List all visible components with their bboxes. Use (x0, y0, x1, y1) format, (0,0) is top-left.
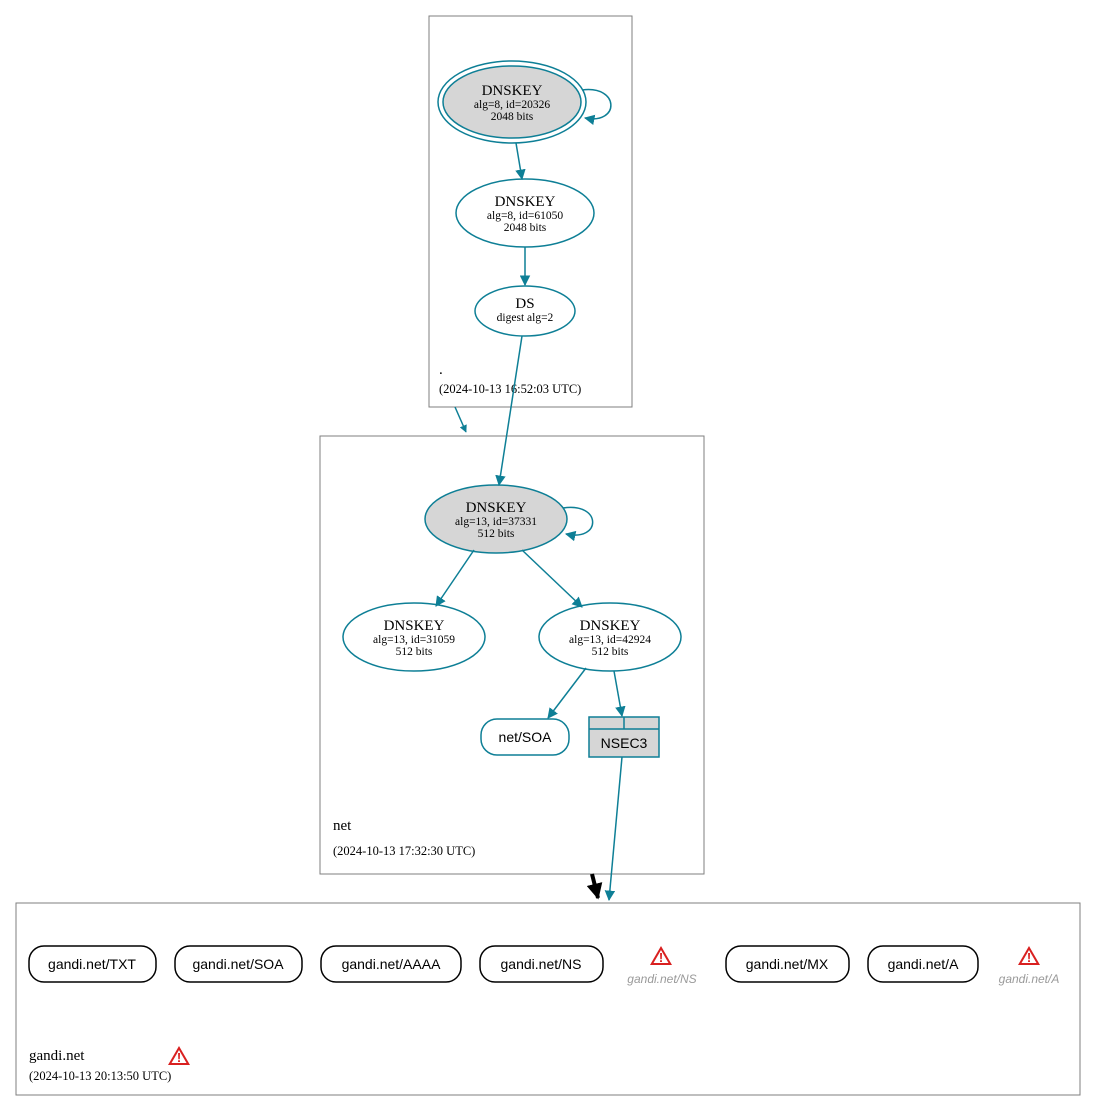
dnssec-diagram: DNSKEY alg=8, id=20326 2048 bits DNSKEY … (0, 0, 1097, 1098)
root-ksk-line2: alg=8, id=20326 (474, 99, 550, 111)
record-a: gandi.net/A (868, 946, 978, 982)
edge-root-net-deleg (455, 407, 466, 432)
record-soa: gandi.net/SOA (175, 946, 302, 982)
svg-text:gandi.net/NS: gandi.net/NS (501, 956, 582, 972)
zone-root-ts: (2024-10-13 16:52:03 UTC) (439, 382, 581, 396)
zone-net-label: net (333, 818, 352, 834)
net-zsk1-line3: 512 bits (396, 646, 433, 658)
net-zsk1-title: DNSKEY (384, 618, 445, 634)
node-net-nsec3: NSEC3 (589, 717, 659, 757)
node-net-soa: net/SOA (481, 719, 569, 755)
net-zsk2-line2: alg=13, id=42924 (569, 634, 651, 646)
svg-text:gandi.net/A: gandi.net/A (999, 972, 1060, 986)
edge-root-ksk-zsk (516, 143, 522, 179)
edge-netksk-zsk2 (522, 550, 582, 607)
record-ns-warn: ! gandi.net/NS (627, 946, 696, 986)
zone-gandi-box (16, 903, 1080, 1095)
svg-text:gandi.net/TXT: gandi.net/TXT (48, 956, 136, 972)
net-zsk2-line3: 512 bits (592, 646, 629, 658)
node-net-zsk1: DNSKEY alg=13, id=31059 512 bits (343, 603, 485, 671)
net-ksk-title: DNSKEY (466, 500, 527, 516)
record-ns: gandi.net/NS (480, 946, 603, 982)
root-zsk-line2: alg=8, id=61050 (487, 210, 563, 222)
root-ds-title: DS (515, 296, 534, 312)
edge-nsec3-gandi-teal (609, 757, 622, 900)
net-ksk-line2: alg=13, id=37331 (455, 516, 537, 528)
net-ksk-line3: 512 bits (478, 528, 515, 540)
svg-text:gandi.net/NS: gandi.net/NS (627, 972, 696, 986)
root-zsk-title: DNSKEY (495, 194, 556, 210)
node-root-zsk: DNSKEY alg=8, id=61050 2048 bits (456, 179, 594, 247)
node-root-ksk: DNSKEY alg=8, id=20326 2048 bits (438, 61, 586, 143)
net-soa-label: net/SOA (499, 729, 553, 745)
net-zsk1-line2: alg=13, id=31059 (373, 634, 455, 646)
edge-zsk2-nsec3 (614, 671, 622, 716)
zone-root-label: . (439, 362, 443, 378)
edge-netksk-zsk1 (436, 550, 474, 606)
zone-gandi-warn-icon: ! (168, 1046, 190, 1065)
root-ds-line2: digest alg=2 (497, 312, 554, 324)
net-zsk2-title: DNSKEY (580, 618, 641, 634)
record-mx: gandi.net/MX (726, 946, 849, 982)
edge-ds-netksk (499, 336, 522, 485)
root-ksk-line3: 2048 bits (491, 111, 534, 123)
svg-text:!: ! (1027, 950, 1031, 965)
svg-text:gandi.net/A: gandi.net/A (888, 956, 959, 972)
svg-text:gandi.net/SOA: gandi.net/SOA (192, 956, 284, 972)
zone-gandi-label: gandi.net (29, 1048, 85, 1064)
svg-text:gandi.net/AAAA: gandi.net/AAAA (342, 956, 442, 972)
root-ksk-title: DNSKEY (482, 83, 543, 99)
svg-text:gandi.net/MX: gandi.net/MX (746, 956, 829, 972)
svg-text:!: ! (659, 950, 663, 965)
svg-text:!: ! (177, 1050, 181, 1065)
record-aaaa: gandi.net/AAAA (321, 946, 461, 982)
record-a-warn: ! gandi.net/A (999, 946, 1060, 986)
node-net-ksk: DNSKEY alg=13, id=37331 512 bits (425, 485, 567, 553)
zone-gandi-ts: (2024-10-13 20:13:50 UTC) (29, 1069, 171, 1083)
edge-zsk2-soa (548, 668, 586, 718)
node-net-zsk2: DNSKEY alg=13, id=42924 512 bits (539, 603, 681, 671)
edge-net-gandi-deleg (592, 874, 598, 898)
zone-net-ts: (2024-10-13 17:32:30 UTC) (333, 844, 475, 858)
root-zsk-line3: 2048 bits (504, 222, 547, 234)
record-txt: gandi.net/TXT (29, 946, 156, 982)
node-root-ds: DS digest alg=2 (475, 286, 575, 336)
net-nsec3-label: NSEC3 (601, 735, 648, 751)
